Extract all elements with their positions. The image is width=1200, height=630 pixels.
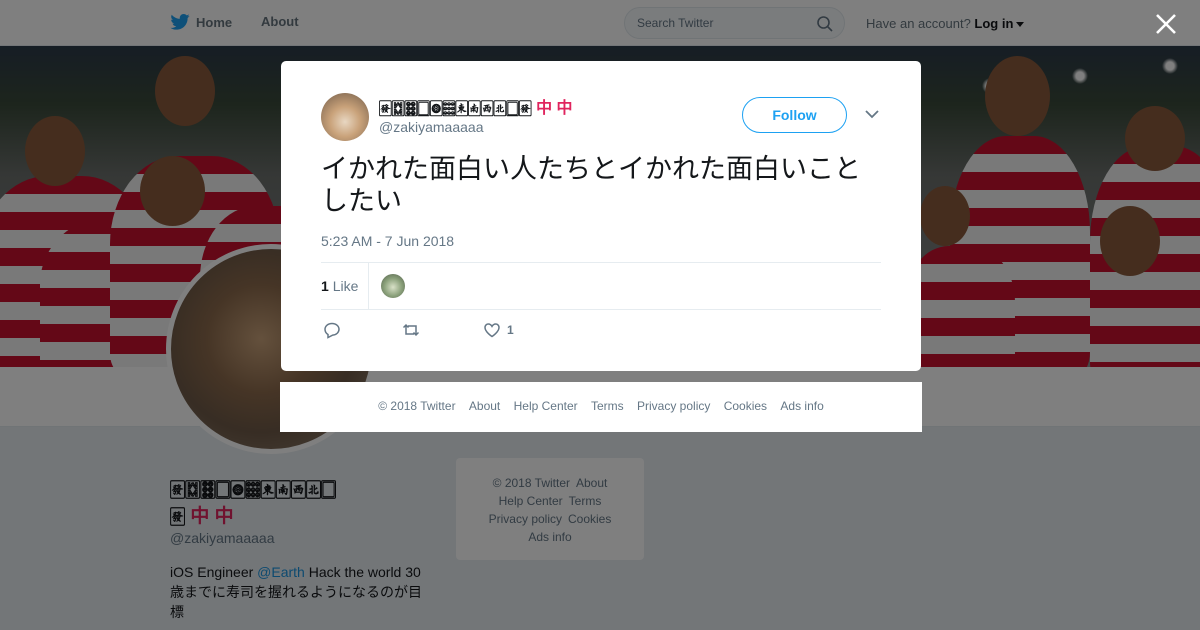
reply-action[interactable] bbox=[323, 321, 341, 339]
footer-copyright: © 2018 Twitter bbox=[378, 399, 456, 413]
footer-cookies-link[interactable]: Cookies bbox=[724, 399, 767, 413]
reply-icon[interactable] bbox=[323, 321, 341, 339]
likes-label: Like bbox=[332, 278, 359, 294]
tweet-author-avatar[interactable] bbox=[321, 93, 369, 141]
tweet-author-name-red: 中 中 bbox=[536, 100, 573, 117]
like-action-count: 1 bbox=[507, 323, 514, 337]
footer-about-link[interactable]: About bbox=[469, 399, 500, 413]
likes-count: 1 bbox=[321, 278, 329, 294]
tweet-text: イかれた面白い人たちとイかれた面白いことしたい bbox=[321, 154, 861, 216]
follow-button[interactable]: Follow bbox=[742, 97, 847, 133]
retweet-action[interactable] bbox=[402, 321, 420, 339]
tweet-author-handle[interactable]: @zakiyamaaaaa bbox=[379, 119, 484, 135]
like-action[interactable]: 1 bbox=[483, 321, 514, 339]
footer-privacy-link[interactable]: Privacy policy bbox=[637, 399, 710, 413]
heart-icon[interactable] bbox=[483, 321, 501, 339]
stats-divider bbox=[368, 263, 369, 310]
likes-stat[interactable]: 1 Like bbox=[321, 278, 358, 294]
tweet-timestamp[interactable]: 5:23 AM - 7 Jun 2018 bbox=[321, 233, 454, 249]
footer-ads-link[interactable]: Ads info bbox=[780, 399, 823, 413]
footer-terms-link[interactable]: Terms bbox=[591, 399, 624, 413]
liker-avatar[interactable] bbox=[381, 274, 405, 298]
chevron-down-icon[interactable] bbox=[865, 109, 879, 119]
tweet-author-name[interactable]: 🀅🀗🀞🀆🀙🀡🀀🀁🀂🀃🀆🀅 中 中 bbox=[379, 94, 573, 118]
tweet-stats: 1 Like bbox=[321, 262, 881, 310]
tweet-modal: 🀅🀗🀞🀆🀙🀡🀀🀁🀂🀃🀆🀅 中 中 @zakiyamaaaaa Follow イか… bbox=[281, 61, 921, 371]
retweet-icon[interactable] bbox=[402, 321, 420, 339]
close-icon[interactable] bbox=[1154, 12, 1178, 36]
footer-help-link[interactable]: Help Center bbox=[514, 399, 578, 413]
tweet-author-name-tiles: 🀅🀗🀞🀆🀙🀡🀀🀁🀂🀃🀆🀅 bbox=[379, 100, 532, 117]
modal-footer: © 2018 Twitter About Help Center Terms P… bbox=[280, 382, 922, 432]
